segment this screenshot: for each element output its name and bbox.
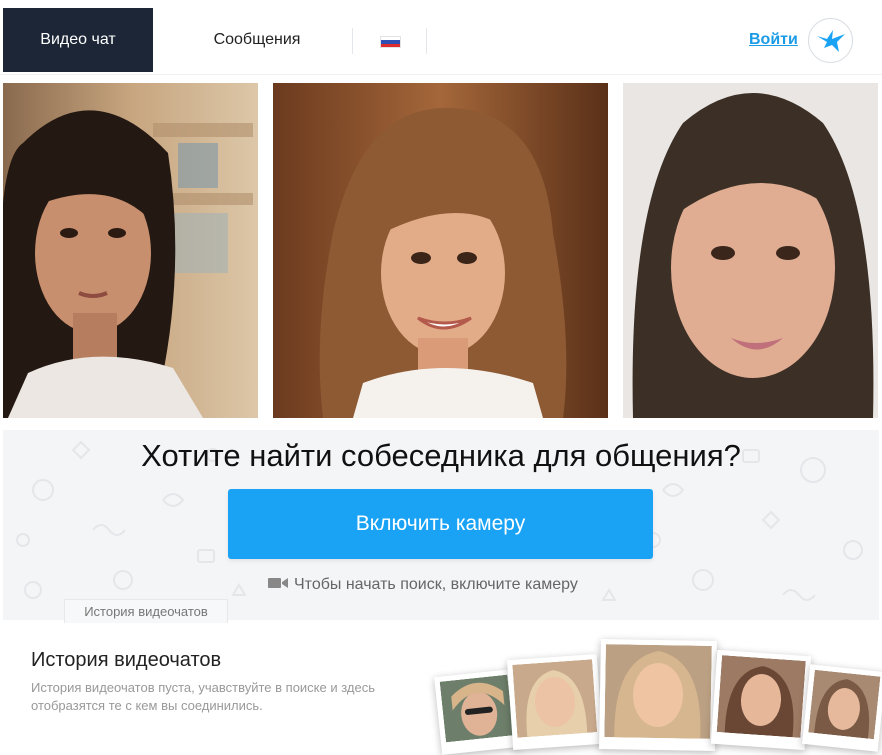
cta-heading: Хотите найти собеседника для общения? <box>141 438 741 473</box>
camera-hint: Чтобы начать поиск, включите камеру <box>268 574 578 596</box>
nav-divider <box>352 28 353 54</box>
camera-hint-text: Чтобы начать поиск, включите камеру <box>294 576 578 593</box>
video-camera-icon <box>268 576 288 595</box>
history-thumbnail <box>710 649 812 751</box>
bird-logo-icon[interactable] <box>808 18 853 63</box>
header-divider <box>0 74 882 75</box>
history-heading: История видеочатов <box>31 649 222 671</box>
history-thumbnail <box>434 669 520 755</box>
profile-photo[interactable] <box>273 83 608 418</box>
history-thumbnail <box>506 653 604 751</box>
profile-photo[interactable] <box>3 83 258 418</box>
russia-flag-icon[interactable] <box>380 36 401 48</box>
login-link[interactable]: Войти <box>749 31 798 49</box>
profile-photo[interactable] <box>623 83 878 418</box>
history-empty-text: История видеочатов пуста, учавствуйте в … <box>31 680 375 713</box>
tab-video-chat[interactable]: Видео чат <box>3 8 153 72</box>
tab-messages[interactable]: Сообщения <box>170 8 344 72</box>
enable-camera-button[interactable]: Включить камеру <box>228 489 653 559</box>
history-thumbnail <box>599 638 717 752</box>
tab-video-chat-history[interactable]: История видеочатов <box>64 599 228 623</box>
top-navigation: Видео чат Сообщения Войти <box>0 0 882 78</box>
nav-divider <box>426 28 427 54</box>
